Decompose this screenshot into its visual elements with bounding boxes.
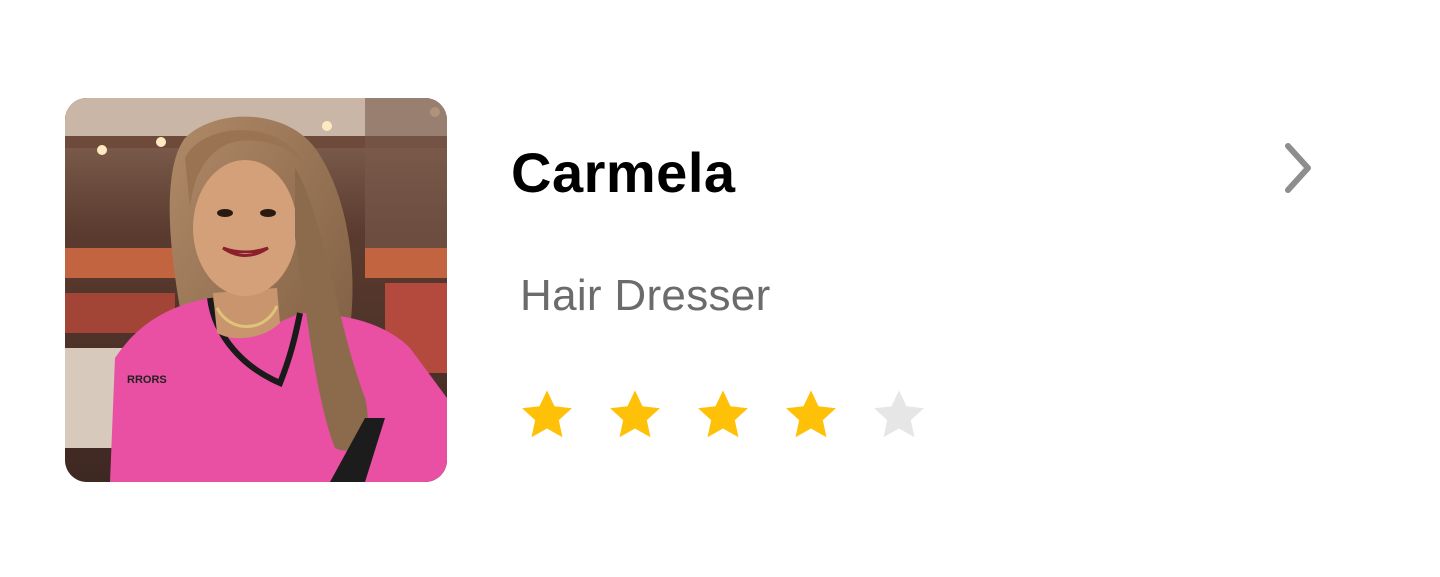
star-icon [786, 390, 836, 438]
star-icon [522, 390, 572, 438]
stylist-photo: RRORS [65, 98, 447, 482]
uniform-logo-text: RRORS [127, 374, 167, 386]
star-icon [698, 390, 748, 438]
stylist-name: Carmela [511, 141, 736, 204]
stylist-card[interactable]: RRORS Carmela Hair Dresser [0, 0, 1440, 577]
star-icon [874, 390, 924, 438]
stylist-role: Hair Dresser [520, 271, 771, 320]
star-rating [518, 386, 928, 444]
chevron-right-icon[interactable] [1278, 140, 1318, 196]
star-icon [610, 390, 660, 438]
